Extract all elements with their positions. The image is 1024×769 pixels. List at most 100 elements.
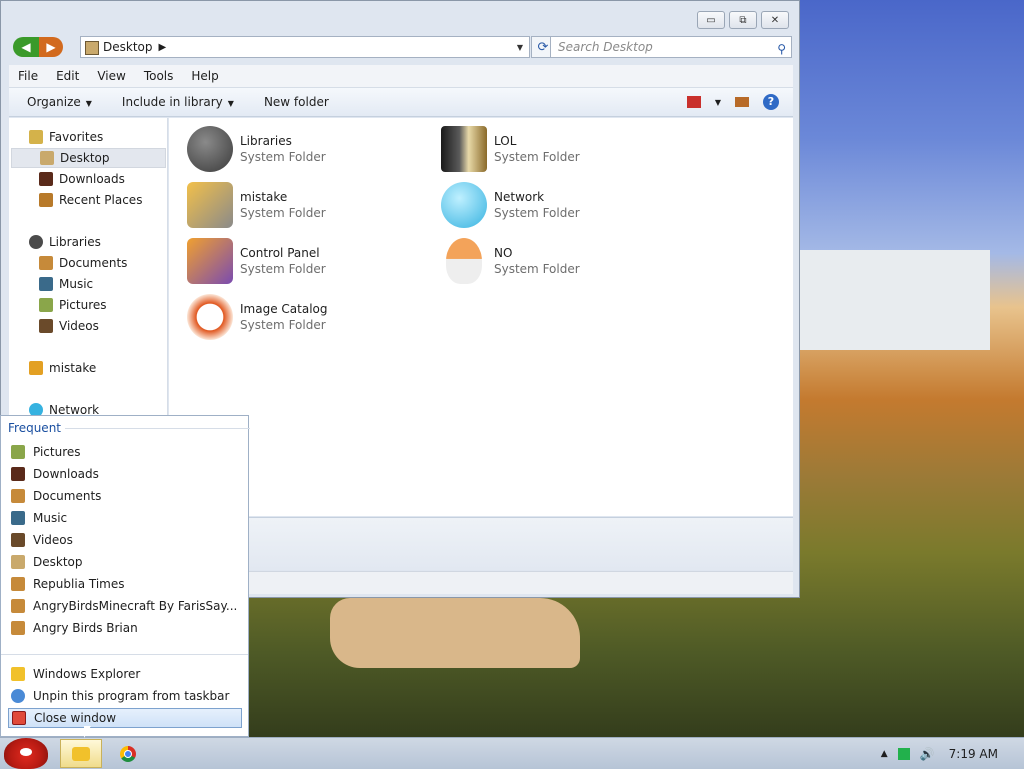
file-list: Libraries System Folder LOL System Folde…	[169, 118, 793, 516]
documents-icon	[39, 256, 53, 270]
include-in-library-button[interactable]: Include in library ▼	[122, 95, 234, 109]
jumplist-item-label: Angry Birds Brian	[33, 621, 138, 635]
address-location: Desktop	[103, 40, 153, 54]
new-folder-button[interactable]: New folder	[264, 95, 329, 109]
menu-tools[interactable]: Tools	[135, 69, 183, 83]
system-tray: ▲ 🔊 7:19 AM	[881, 738, 1024, 769]
jumplist-task-unpin[interactable]: Unpin this program from taskbar	[8, 686, 242, 706]
address-bar[interactable]: Desktop ▶ ▼	[80, 36, 530, 58]
item-type: System Folder	[240, 150, 326, 164]
jumplist-item-angry-birds-brian[interactable]: Angry Birds Brian	[8, 618, 242, 638]
menu-help[interactable]: Help	[182, 69, 227, 83]
show-hidden-icons-icon[interactable]: ▲	[881, 749, 888, 759]
jumplist-task-windows-explorer[interactable]: Windows Explorer	[8, 664, 242, 684]
item-type: System Folder	[494, 150, 580, 164]
item-type: System Folder	[240, 262, 326, 276]
organize-button[interactable]: Organize ▼	[27, 95, 92, 109]
forward-button[interactable]: ▶	[39, 37, 63, 57]
jumplist-item-label: Desktop	[33, 555, 83, 569]
nav-pictures[interactable]: Pictures	[39, 295, 107, 315]
item-network[interactable]: Network System Folder	[423, 174, 663, 228]
nav-favorites[interactable]: Favorites	[29, 127, 103, 147]
unpin-icon	[11, 689, 25, 703]
clock[interactable]: 7:19 AM	[949, 747, 998, 761]
breadcrumb-arrow-icon[interactable]: ▶	[159, 42, 167, 53]
control-panel-icon	[187, 238, 233, 284]
frequent-heading: Frequent	[8, 421, 61, 435]
close-button[interactable]: ✕	[761, 11, 789, 29]
menu-file[interactable]: File	[9, 69, 47, 83]
videos-icon	[11, 533, 25, 547]
item-control-panel[interactable]: Control Panel System Folder	[169, 230, 409, 284]
menu-view[interactable]: View	[88, 69, 134, 83]
taskbar-chrome[interactable]	[114, 739, 142, 768]
nav-libraries[interactable]: Libraries	[29, 232, 101, 252]
address-dropdown-icon[interactable]: ▼	[517, 43, 523, 52]
maximize-button[interactable]: ⧉	[729, 11, 757, 29]
jumplist-task-label: Windows Explorer	[33, 667, 141, 681]
preview-pane-icon[interactable]	[735, 97, 749, 107]
nav-favorites-label: Favorites	[49, 130, 104, 144]
caption-buttons: ▭ ⧉ ✕	[697, 11, 789, 29]
documents-icon	[11, 489, 25, 503]
explorer-icon	[72, 746, 90, 761]
item-image-catalog[interactable]: Image Catalog System Folder	[169, 286, 409, 340]
jumplist-item-videos[interactable]: Videos	[8, 530, 242, 550]
organize-label: Organize	[27, 95, 81, 109]
jumplist-item-downloads[interactable]: Downloads	[8, 464, 242, 484]
change-view-icon[interactable]	[686, 96, 701, 108]
jumplist-item-pictures[interactable]: Pictures	[8, 442, 242, 462]
jumplist-item-label: Pictures	[33, 445, 81, 459]
minimize-button[interactable]: ▭	[697, 11, 725, 29]
jumplist-item-label: Videos	[33, 533, 73, 547]
menu-edit[interactable]: Edit	[47, 69, 88, 83]
search-icon[interactable]: ⚲	[777, 39, 786, 59]
mouse-cursor-icon	[84, 726, 91, 738]
item-lol[interactable]: LOL System Folder	[423, 118, 663, 172]
nav-music[interactable]: Music	[39, 274, 93, 294]
angry-bird-icon	[20, 748, 32, 756]
item-libraries[interactable]: Libraries System Folder	[169, 118, 409, 172]
start-button[interactable]	[4, 738, 48, 769]
item-mistake[interactable]: mistake System Folder	[169, 174, 409, 228]
help-icon[interactable]: ?	[763, 94, 779, 110]
favorites-star-icon	[29, 130, 43, 144]
back-button[interactable]: ◀	[13, 37, 39, 57]
network-status-icon[interactable]	[897, 747, 910, 760]
close-window-icon	[12, 711, 26, 725]
nav-videos[interactable]: Videos	[39, 316, 99, 336]
folder-icon	[11, 577, 25, 591]
view-options-chevron-icon[interactable]: ▼	[715, 98, 721, 107]
nav-downloads-label: Downloads	[59, 172, 125, 186]
search-input[interactable]: Search Desktop ⚲	[550, 36, 792, 58]
item-no[interactable]: NO System Folder	[423, 230, 663, 284]
taskbar-windows-explorer[interactable]	[60, 739, 102, 768]
navigation-bar: ◀ ▶ Desktop ▶ ▼ ⟳ Search Desktop ⚲	[13, 35, 793, 59]
forward-arrow-icon: ▶	[46, 40, 56, 54]
include-in-library-label: Include in library	[121, 95, 223, 109]
jumplist-item-label: Republia Times	[33, 577, 125, 591]
jumplist-item-angrybirdsminecraft[interactable]: AngryBirdsMinecraft By FarisSay...	[8, 596, 242, 616]
user-computer-icon	[187, 182, 233, 228]
egg-icon	[446, 238, 482, 284]
videos-icon	[39, 319, 53, 333]
jumplist-task-close-window[interactable]: Close window	[8, 708, 242, 728]
nav-mistake[interactable]: mistake	[29, 358, 96, 378]
item-name: LOL	[494, 134, 517, 148]
nav-documents[interactable]: Documents	[39, 253, 127, 273]
nav-recent-places[interactable]: Recent Places	[39, 190, 142, 210]
search-placeholder: Search Desktop	[558, 40, 653, 54]
header-divider	[65, 427, 250, 429]
nav-downloads[interactable]: Downloads	[39, 169, 125, 189]
jumplist-item-desktop[interactable]: Desktop	[8, 552, 242, 572]
user-computer-icon	[29, 361, 43, 375]
pictures-icon	[11, 445, 25, 459]
jumplist-item-documents[interactable]: Documents	[8, 486, 242, 506]
nav-recent-places-label: Recent Places	[59, 193, 143, 207]
nav-desktop[interactable]: Desktop	[11, 148, 166, 168]
music-icon	[39, 277, 53, 291]
volume-icon[interactable]: 🔊	[920, 747, 935, 761]
jumplist-item-republia-times[interactable]: Republia Times	[8, 574, 242, 594]
jumplist-item-music[interactable]: Music	[8, 508, 242, 528]
desktop-icon	[11, 555, 25, 569]
